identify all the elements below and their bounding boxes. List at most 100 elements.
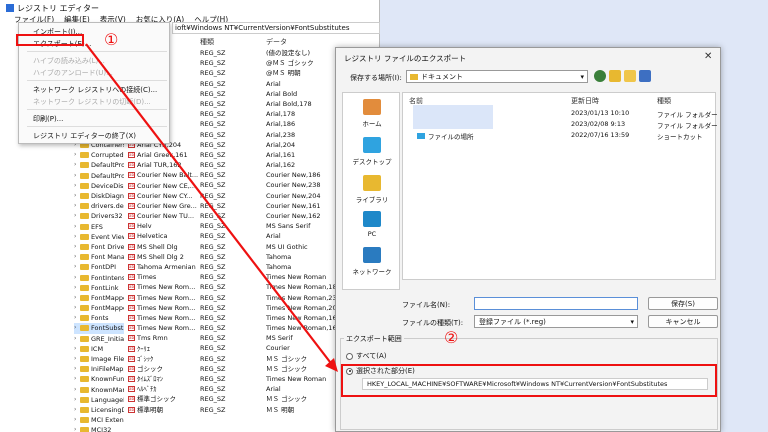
address-bar[interactable]: ioft¥Windows NT¥CurrentVersion¥FontSubst… xyxy=(172,22,380,34)
tree-item[interactable]: ›FontSubstit xyxy=(74,323,124,334)
tree-item[interactable]: › DeviceDisp xyxy=(74,181,124,191)
tree-item[interactable]: › FontLink xyxy=(74,283,124,293)
value-type-cell: REG_SZ xyxy=(200,150,226,159)
value-name-cell: ab Times xyxy=(128,272,200,282)
tree-item-label: KnownFun xyxy=(91,375,124,384)
folder-icon xyxy=(80,335,89,342)
tree-item[interactable]: › LicensingD xyxy=(74,405,124,415)
value-type-cell: REG_SZ xyxy=(200,344,226,353)
tree-item[interactable]: › FontMappe xyxy=(74,293,124,303)
file-row-3-type[interactable]: ショートカット xyxy=(657,131,703,141)
save-button[interactable]: 保存(S) xyxy=(648,297,718,310)
place-pc[interactable]: PC xyxy=(343,211,401,238)
tree-item[interactable]: › MCI Extens xyxy=(74,415,124,425)
tree-item[interactable]: ›DiskDiagno xyxy=(74,191,124,201)
value-name: Helvetica xyxy=(137,232,168,241)
column-type[interactable]: 種類 xyxy=(200,36,266,48)
menu-item-connect-network[interactable]: ネットワーク レジストリへの接続(C)... xyxy=(33,85,157,95)
tree-item[interactable]: › Fonts xyxy=(74,313,124,323)
up-folder-icon[interactable] xyxy=(609,70,621,82)
value-name: Times New Rom... xyxy=(137,313,196,322)
cancel-button[interactable]: キャンセル xyxy=(648,315,718,328)
tree-item[interactable]: › CorruptedF xyxy=(74,150,124,160)
tree-item[interactable]: › Event View xyxy=(74,232,124,242)
tree-item[interactable]: › KnownFun xyxy=(74,374,124,384)
place-desktop[interactable]: デスクトップ xyxy=(343,137,401,166)
value-type-cell: REG_SZ xyxy=(200,242,226,251)
file-row-1-date[interactable]: 2023/01/13 10:10 xyxy=(571,109,629,117)
tree-item[interactable]: › IniFileMapp xyxy=(74,364,124,374)
tree-item-label: Fonts xyxy=(91,314,109,323)
tree-item-label: IniFileMapp xyxy=(91,365,124,374)
tree-item-label: FontDPI xyxy=(91,263,116,272)
tree-item-label: FontMappe xyxy=(91,293,124,302)
tree-item[interactable]: › DefaultPro xyxy=(74,171,124,181)
tree-item[interactable]: › ICM xyxy=(74,344,124,354)
radio-all[interactable]: すべて(A) xyxy=(346,351,386,361)
value-type-cell: REG_SZ xyxy=(200,120,226,129)
value-type-cell: REG_SZ xyxy=(200,191,226,200)
menu-item-exit[interactable]: レジストリ エディターの終了(X) xyxy=(33,131,136,141)
tree-item[interactable]: › LanguageP xyxy=(74,395,124,405)
place-library[interactable]: ライブラリ xyxy=(343,175,401,204)
menu-item-print[interactable]: 印刷(P)... xyxy=(33,114,63,124)
file-row-2-date[interactable]: 2023/02/08 9:13 xyxy=(571,120,625,128)
tree-item[interactable]: › MCI32 xyxy=(74,425,124,432)
tree-item[interactable]: › Image File xyxy=(74,354,124,364)
tree-item-label: DefaultPro xyxy=(91,161,124,170)
tree-item-label: ICM xyxy=(91,344,104,353)
tree-item[interactable]: › FontDPI xyxy=(74,262,124,272)
tree-item-label: LicensingD xyxy=(91,405,124,414)
menu-item-load-hive: ハイブの読み込み(L)... xyxy=(33,57,105,65)
close-icon[interactable]: ✕ xyxy=(704,51,712,62)
file-row-2-type[interactable]: ファイル フォルダー xyxy=(657,120,718,130)
filename-input[interactable] xyxy=(474,297,638,310)
tree-item[interactable]: › Drivers32 xyxy=(74,211,124,221)
string-value-icon: ab xyxy=(128,264,135,271)
new-folder-icon[interactable] xyxy=(624,70,636,82)
value-name: ｸｰﾘｴ xyxy=(137,344,150,353)
tree-item[interactable]: ›Font Manag xyxy=(74,252,124,262)
tree-item[interactable]: › drivers.des xyxy=(74,201,124,211)
tree-item[interactable]: › FontIntens xyxy=(74,272,124,282)
value-name-cell: ab MS Shell Dlg 2 xyxy=(128,252,200,262)
folder-icon xyxy=(80,417,89,424)
string-value-icon: ab xyxy=(128,182,135,189)
save-in-dropdown[interactable]: ドキュメント ▾ xyxy=(406,70,588,83)
string-value-icon: ab xyxy=(128,192,135,199)
folder-icon xyxy=(80,223,89,230)
view-menu-icon[interactable] xyxy=(639,70,651,82)
folder-icon xyxy=(80,396,89,403)
string-value-icon: ab xyxy=(128,233,135,240)
value-type-cell: REG_SZ xyxy=(200,110,226,119)
place-home[interactable]: ホーム xyxy=(343,99,401,128)
folder-icon xyxy=(80,305,89,312)
file-row-1-type[interactable]: ファイル フォルダー xyxy=(657,109,718,119)
folder-icon xyxy=(80,233,89,240)
string-value-icon: ab xyxy=(128,162,135,169)
folder-icon xyxy=(80,406,89,413)
value-type-cell: REG_SZ xyxy=(200,89,226,98)
folder-icon xyxy=(410,74,418,80)
tree-item[interactable]: › DefaultPro xyxy=(74,160,124,170)
value-type-cell: REG_SZ xyxy=(200,69,226,78)
folder-icon xyxy=(80,162,89,169)
tree-item[interactable]: › Font Driver xyxy=(74,242,124,252)
value-name-cell: ab Courier New CY... xyxy=(128,191,200,201)
place-network[interactable]: ネットワーク xyxy=(343,247,401,276)
value-name-cell: ab Times New Rom... xyxy=(128,282,200,292)
string-value-icon: ab xyxy=(128,213,135,220)
column-modified[interactable]: 更新日時 xyxy=(571,96,599,106)
menu-separator xyxy=(27,80,167,81)
column-type[interactable]: 種類 xyxy=(657,96,671,106)
tree-item[interactable]: › EFS xyxy=(74,222,124,232)
tree-item[interactable]: › KnownMan xyxy=(74,385,124,395)
back-icon[interactable] xyxy=(594,70,606,82)
value-name-cell: ab Times New Rom... xyxy=(128,293,200,303)
file-row-3[interactable]: ファイルの場所 xyxy=(417,131,474,141)
file-row-3-date[interactable]: 2022/07/16 13:59 xyxy=(571,131,629,139)
tree-item[interactable]: › FontMappe xyxy=(74,303,124,313)
tree-item[interactable]: ›GRE_Initiali xyxy=(74,334,124,344)
string-value-icon: ab xyxy=(128,151,135,158)
filetype-dropdown[interactable]: 登録ファイル (*.reg) ▾ xyxy=(474,315,638,328)
